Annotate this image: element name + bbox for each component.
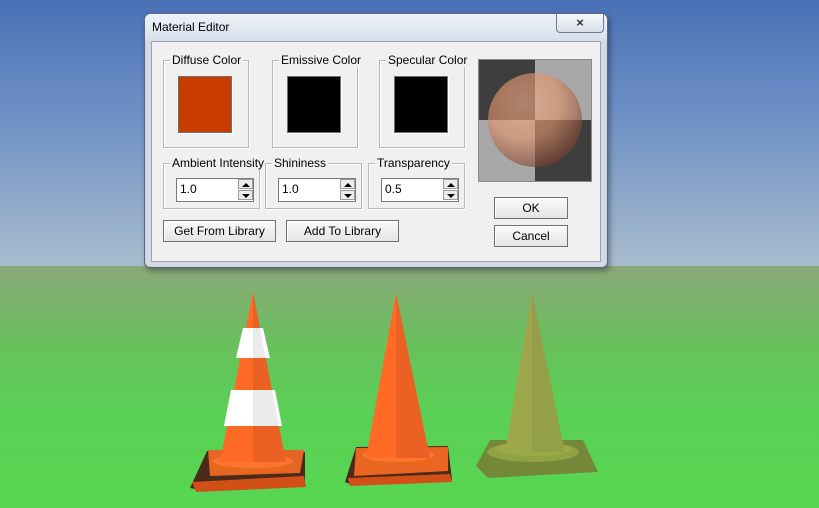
specular-color-label: Specular Color [386,53,470,67]
transparency-down-button[interactable] [443,190,458,200]
material-editor-dialog: Material Editor × Diffuse Color Emissive… [144,13,608,268]
specular-color-swatch[interactable] [394,76,448,133]
add-to-library-button[interactable]: Add To Library [286,220,399,242]
striped-cone [190,292,306,492]
ambient-intensity-down-button[interactable] [238,190,253,200]
ambient-intensity-input[interactable] [177,179,236,199]
transparency-up-button[interactable] [443,179,458,189]
dialog-client-area: Diffuse Color Emissive Color Specular Co… [151,41,601,262]
transparency-label: Transparency [375,156,452,170]
shininess-down-button[interactable] [340,190,355,200]
ambient-intensity-spin-buttons [238,179,253,201]
get-from-library-button[interactable]: Get From Library [163,220,276,242]
emissive-color-label: Emissive Color [279,53,364,67]
arrow-down-icon [344,194,352,198]
shininess-spinner [278,178,356,202]
translucent-cone [476,293,598,478]
shininess-group: Shininess [265,156,362,209]
arrow-up-icon [344,183,352,187]
ok-button[interactable]: OK [494,197,568,219]
title-bar[interactable]: Material Editor × [145,14,607,40]
emissive-color-group: Emissive Color [272,53,364,148]
arrow-up-icon [242,183,250,187]
ambient-intensity-group: Ambient Intensity [163,156,267,209]
ambient-intensity-label: Ambient Intensity [170,156,267,170]
transparency-spinner [381,178,459,202]
close-button[interactable]: × [556,14,604,33]
material-preview [478,59,592,182]
preview-sphere [488,73,582,167]
cancel-button[interactable]: Cancel [494,225,568,247]
shininess-input[interactable] [279,179,338,199]
diffuse-color-swatch[interactable] [178,76,232,133]
shininess-label: Shininess [272,156,329,170]
shininess-spin-buttons [340,179,355,201]
emissive-color-swatch[interactable] [287,76,341,133]
arrow-up-icon [447,183,455,187]
transparency-input[interactable] [382,179,441,199]
transparency-spin-buttons [443,179,458,201]
close-icon: × [576,15,584,30]
solid-cone [345,293,452,486]
specular-color-group: Specular Color [379,53,470,148]
ambient-intensity-spinner [176,178,254,202]
diffuse-color-label: Diffuse Color [170,53,244,67]
window-title: Material Editor [152,20,230,34]
transparency-group: Transparency [368,156,465,209]
shininess-up-button[interactable] [340,179,355,189]
arrow-down-icon [242,194,250,198]
arrow-down-icon [447,194,455,198]
ambient-intensity-up-button[interactable] [238,179,253,189]
diffuse-color-group: Diffuse Color [163,53,249,148]
